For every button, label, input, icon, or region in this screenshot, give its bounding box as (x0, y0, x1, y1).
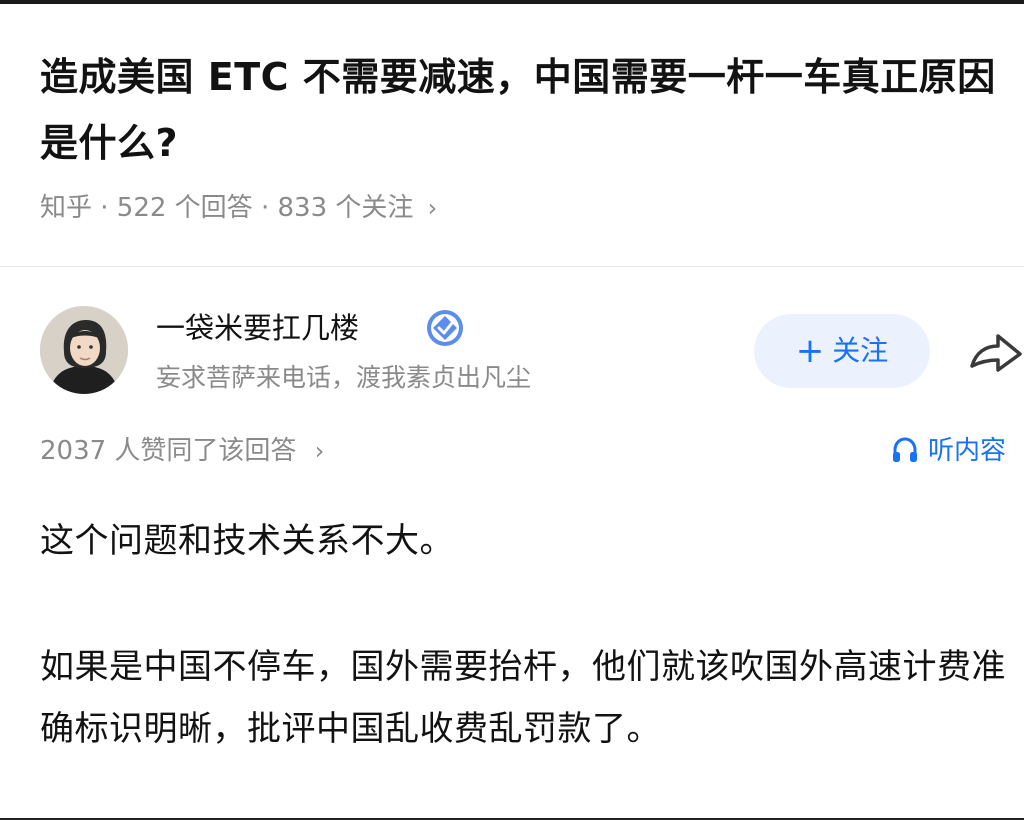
plus-icon: + (795, 331, 825, 371)
author-bio: 妄求菩萨来电话，渡我素贞出凡尘 (156, 363, 532, 392)
follow-label: 关注 (832, 334, 889, 367)
verified-badge-icon (425, 308, 465, 348)
question-meta-text: 知乎 · 522 个回答 · 833 个关注 (40, 193, 414, 223)
question-title[interactable]: 造成美国 ETC 不需要减速，中国需要一杆一车真正原因是什么? (40, 44, 1000, 176)
chevron-right-icon: › (314, 437, 325, 465)
divider (0, 266, 1024, 267)
upvote-count[interactable]: 2037 人赞同了该回答 › (40, 430, 324, 472)
upvote-text: 2037 人赞同了该回答 (40, 436, 297, 466)
follow-button[interactable]: + 关注 (754, 314, 930, 388)
answer-paragraph: 这个问题和技术关系不大。 (40, 521, 454, 561)
share-arrow-icon[interactable] (966, 330, 1024, 374)
author-name[interactable]: 一袋米要扛几楼 (156, 306, 359, 350)
listen-button[interactable]: 听内容 (890, 430, 1006, 472)
top-edge (0, 0, 1024, 4)
answer-paragraph: 如果是中国不停车，国外需要抬杆，他们就该吹国外高速计费准确标识明晰，批评中国乱收… (40, 647, 1006, 749)
chevron-right-icon: › (427, 194, 438, 222)
avatar[interactable] (40, 306, 128, 394)
listen-label: 听内容 (928, 436, 1007, 466)
answer-page: 造成美国 ETC 不需要减速，中国需要一杆一车真正原因是什么? 知乎 · 522… (0, 0, 1024, 820)
question-meta[interactable]: 知乎 · 522 个回答 · 833 个关注 › (40, 188, 437, 228)
headphones-icon (893, 437, 917, 462)
user-avatar-photo (40, 306, 128, 394)
